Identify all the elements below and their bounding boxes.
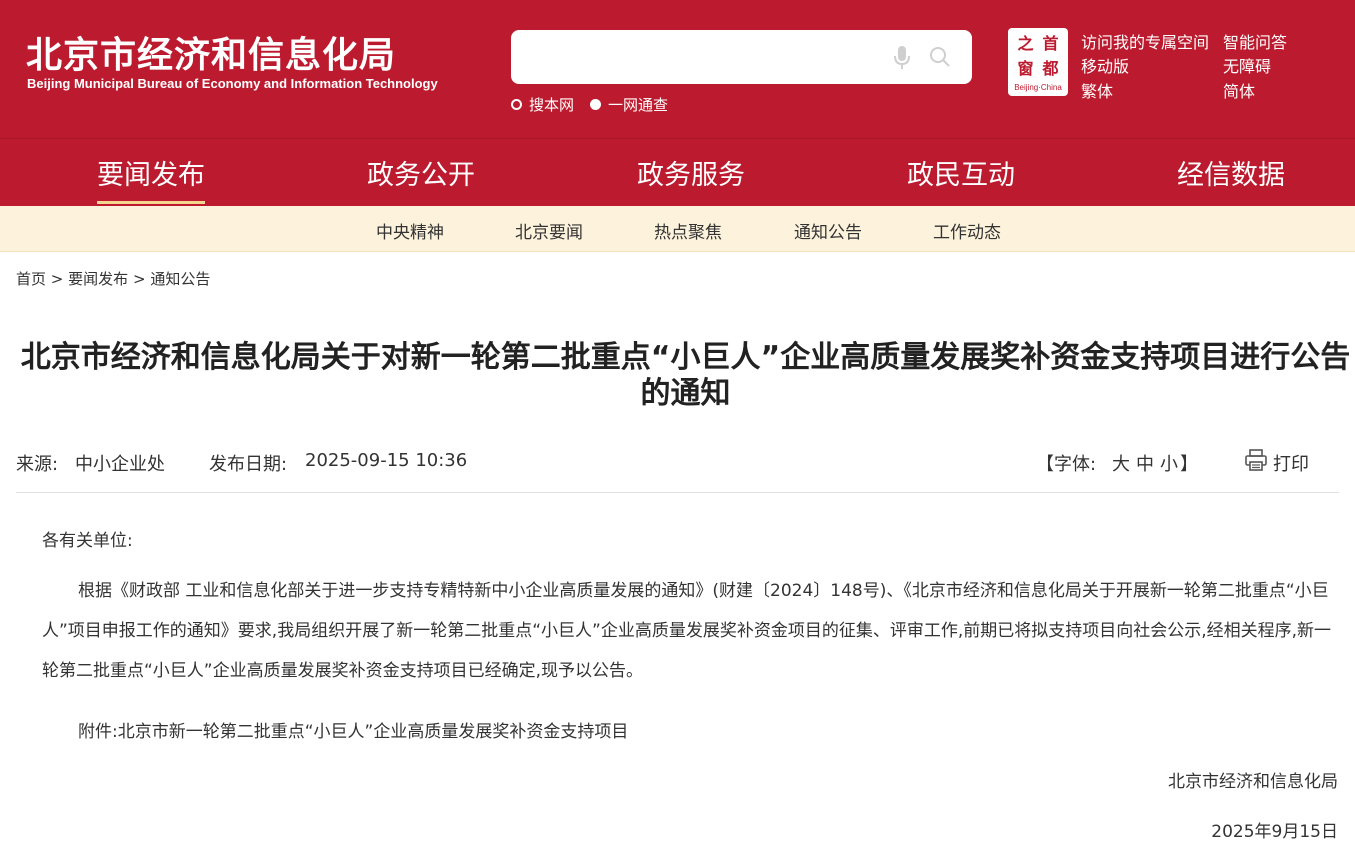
breadcrumb-home[interactable]: 首页 [16,270,46,288]
radio-search-site[interactable] [511,99,522,110]
seal-char: 首 [1042,34,1059,53]
nav-item-news-release[interactable]: 要闻发布 [97,153,205,204]
subnav-item-work-updates[interactable]: 工作动态 [933,218,1001,243]
sub-nav: 中央精神 北京要闻 热点聚焦 通知公告 工作动态 [0,206,1355,252]
subnav-item-hot-topics[interactable]: 热点聚焦 [654,218,722,243]
personal-space-link[interactable]: 访问我的专属空间 [1081,29,1209,53]
nav-item-economic-data[interactable]: 经信数据 [1177,153,1285,192]
search-scope-options: 搜本网 一网通查 [511,94,684,115]
capital-window-seal[interactable]: 之 首 窗 都 Beijing·China [1008,28,1068,96]
font-size-small[interactable]: 小 [1160,450,1178,476]
print-button[interactable]: 打印 [1273,450,1309,476]
search-input[interactable] [525,44,875,70]
publish-date: 2025-09-15 10:36 [305,450,468,471]
radio-label-search-site[interactable]: 搜本网 [529,94,574,115]
nav-item-government-services[interactable]: 政务服务 [637,153,745,192]
breadcrumb-separator: > [50,270,64,288]
search-box[interactable] [511,30,972,84]
site-header: 北京市经济和信息化局 Beijing Municipal Bureau of E… [0,0,1355,138]
site-logo-subtitle: Beijing Municipal Bureau of Economy and … [27,76,438,91]
breadcrumb-separator: > [132,270,146,288]
subnav-item-notices[interactable]: 通知公告 [794,218,862,243]
traditional-chinese-link[interactable]: 繁体 [1081,78,1113,102]
site-logo-title[interactable]: 北京市经济和信息化局 [26,26,396,78]
subnav-item-central-spirit[interactable]: 中央精神 [376,218,444,243]
seal-char: 窗 [1017,59,1034,78]
nav-item-government-affairs[interactable]: 政务公开 [367,153,475,192]
meta-divider [16,492,1339,493]
seal-char: 之 [1017,34,1034,53]
subnav-item-beijing-news[interactable]: 北京要闻 [515,218,583,243]
article-source: 中小企业处 [75,454,165,475]
seal-char: 都 [1042,59,1059,78]
font-size-label: 【字体: [1036,454,1097,475]
source-label: 来源: [16,454,59,475]
breadcrumb-news-release[interactable]: 要闻发布 [68,270,128,288]
radio-search-all[interactable] [590,99,602,110]
main-nav: 要闻发布 政务公开 政务服务 政民互动 经信数据 [0,138,1355,206]
microphone-icon[interactable] [892,45,912,71]
article-title: 北京市经济和信息化局关于对新一轮第二批重点“小巨人”企业高质量发展奖补资金支持项… [20,340,1351,411]
font-size-medium[interactable]: 中 [1136,450,1154,476]
sign-date: 2025年9月15日 [1211,822,1338,842]
salutation: 各有关单位: [42,531,133,551]
smart-qa-link[interactable]: 智能问答 [1223,29,1287,53]
font-size-large[interactable]: 大 [1112,450,1130,476]
publish-date-label: 发布日期: [209,454,288,475]
breadcrumb-notices[interactable]: 通知公告 [150,270,210,288]
accessibility-link[interactable]: 无障碍 [1223,53,1271,77]
article-body: 根据《财政部 工业和信息化部关于进一步支持专精特新中小企业高质量发展的通知》(财… [42,581,1332,681]
search-icon[interactable] [929,46,951,68]
printer-icon[interactable] [1244,448,1268,472]
nav-item-public-interaction[interactable]: 政民互动 [907,153,1015,192]
breadcrumb: 首页 > 要闻发布 > 通知公告 [16,268,210,289]
mobile-version-link[interactable]: 移动版 [1081,53,1129,77]
simplified-chinese-link[interactable]: 简体 [1223,78,1255,102]
radio-label-search-all[interactable]: 一网通查 [608,94,668,115]
attachment-link[interactable]: 附件:北京市新一轮第二批重点“小巨人”企业高质量发展奖补资金支持项目 [78,712,628,752]
signature: 北京市经济和信息化局 [1168,772,1338,792]
font-size-close-bracket: 】 [1180,454,1198,475]
seal-caption: Beijing·China [1014,83,1062,92]
